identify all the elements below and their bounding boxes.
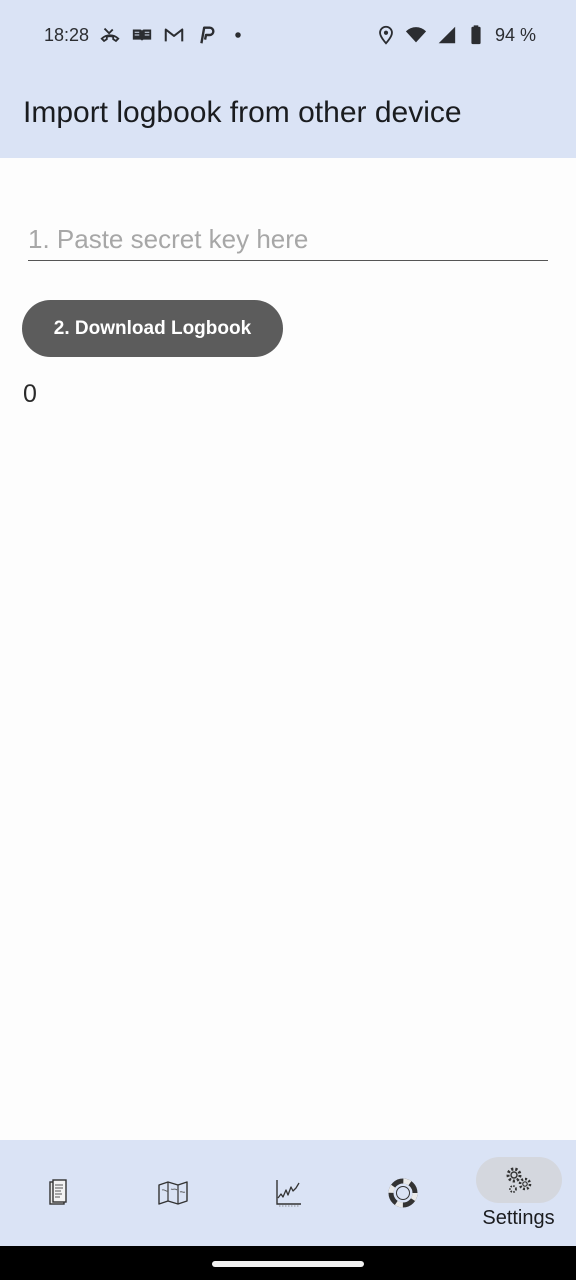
dot-icon [227,24,249,46]
logbook-icon [41,1176,75,1210]
app-bar: Import logbook from other device [0,70,576,158]
signal-icon [435,24,457,46]
book-icon [131,24,153,46]
nav-label-settings: Settings [482,1207,555,1229]
chart-icon [271,1176,305,1210]
status-time: 18:28 [44,24,90,45]
status-left: 18:28 [44,22,249,48]
nav-item-logbook[interactable] [0,1140,115,1246]
nav-item-chart[interactable] [230,1140,345,1246]
status-bar: 18:28 94 % [0,0,576,70]
settings-gears-icon [502,1163,536,1197]
missed-call-icon [99,24,121,46]
gesture-navigation-bar [0,1246,576,1280]
battery-icon [465,24,487,46]
bottom-nav: Settings [0,1140,576,1246]
gmail-icon [163,24,185,46]
wifi-icon [405,24,427,46]
nav-item-lifebuoy[interactable] [345,1140,460,1246]
paypal-icon [195,24,217,46]
secret-key-input[interactable] [28,218,548,261]
location-icon [375,24,397,46]
download-logbook-button[interactable]: 2. Download Logbook [22,300,283,357]
status-right: 94 % [375,22,536,48]
map-icon [156,1176,190,1210]
battery-percent: 94 % [494,24,536,45]
nav-item-settings[interactable]: Settings [461,1140,576,1246]
lifebuoy-icon [386,1176,420,1210]
nav-item-map[interactable] [115,1140,230,1246]
import-count: 0 [23,380,37,408]
import-content: 2. Download Logbook 0 [0,158,576,1140]
home-gesture-handle[interactable] [212,1261,364,1267]
page-title: Import logbook from other device [23,96,462,129]
